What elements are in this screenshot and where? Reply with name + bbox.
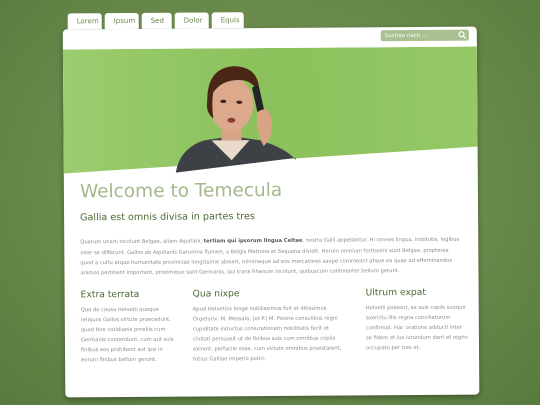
- column-title: Ultrum expat: [365, 286, 427, 299]
- column-text: Helvetii possent, se suis copiis suoque …: [365, 304, 468, 352]
- footer-link-punis[interactable]: PUNIS: [347, 384, 366, 390]
- column-title: Extra terrata: [80, 288, 140, 301]
- page-subtitle: Gallia est omnis divisa in partes tres: [80, 211, 255, 224]
- tab-dolor[interactable]: Dolor: [174, 12, 209, 29]
- column-text: Apud Helvetios longe nobilissimus fuit e…: [192, 305, 342, 364]
- column-text: Qua de causa Helvetii quoque reliquos Ga…: [80, 306, 174, 364]
- column-title: Qua nixpe: [192, 288, 240, 300]
- footer-link-erasmus[interactable]: ERASMUS: [442, 384, 471, 390]
- search-icon[interactable]: [458, 31, 467, 40]
- top-nav-tabs: Lorem Ipsum Sed Dolor Equis: [67, 12, 244, 30]
- page-title: Welcome to Temecula: [79, 179, 283, 203]
- page-frame: Lorem Ipsum Sed Dolor Equis Welcome to T…: [62, 11, 480, 398]
- intro-text-start: Quarum unam incolunt Belgae, aliam Aquit…: [80, 238, 204, 246]
- footer-links: PUNIS EQUIS DOS ELIPPA ERASMUS: [347, 384, 472, 391]
- column-ultrum-expat: Ultrum expat Helvetii possent, se suis c…: [366, 287, 468, 354]
- column-qua-nixpe: Qua nixpe Apud Helvetios longe nobilissi…: [193, 288, 344, 366]
- footer-link-elippa[interactable]: ELIPPA: [415, 384, 435, 390]
- intro-paragraph: Quarum unam incolunt Belgae, aliam Aquit…: [80, 235, 462, 279]
- tab-equis[interactable]: Equis: [211, 12, 244, 29]
- footer-link-dos[interactable]: DOS: [396, 384, 409, 390]
- businesswoman-on-phone-image: [62, 46, 478, 174]
- search-input[interactable]: [384, 29, 455, 42]
- intro-text-bold: tertiam qui ipsorum lingua Celtae: [203, 237, 303, 245]
- search-box[interactable]: [380, 29, 469, 42]
- tab-sed[interactable]: Sed: [141, 12, 172, 29]
- footer-link-equis[interactable]: EQUIS: [371, 384, 390, 390]
- content-card: Welcome to Temecula Gallia est omnis div…: [62, 26, 480, 398]
- column-extra-terrata: Extra terrata Qua de causa Helvetii quoq…: [81, 289, 178, 366]
- hero-image: [62, 46, 478, 174]
- tab-lorem[interactable]: Lorem: [67, 13, 102, 30]
- tab-ipsum[interactable]: Ipsum: [104, 12, 139, 30]
